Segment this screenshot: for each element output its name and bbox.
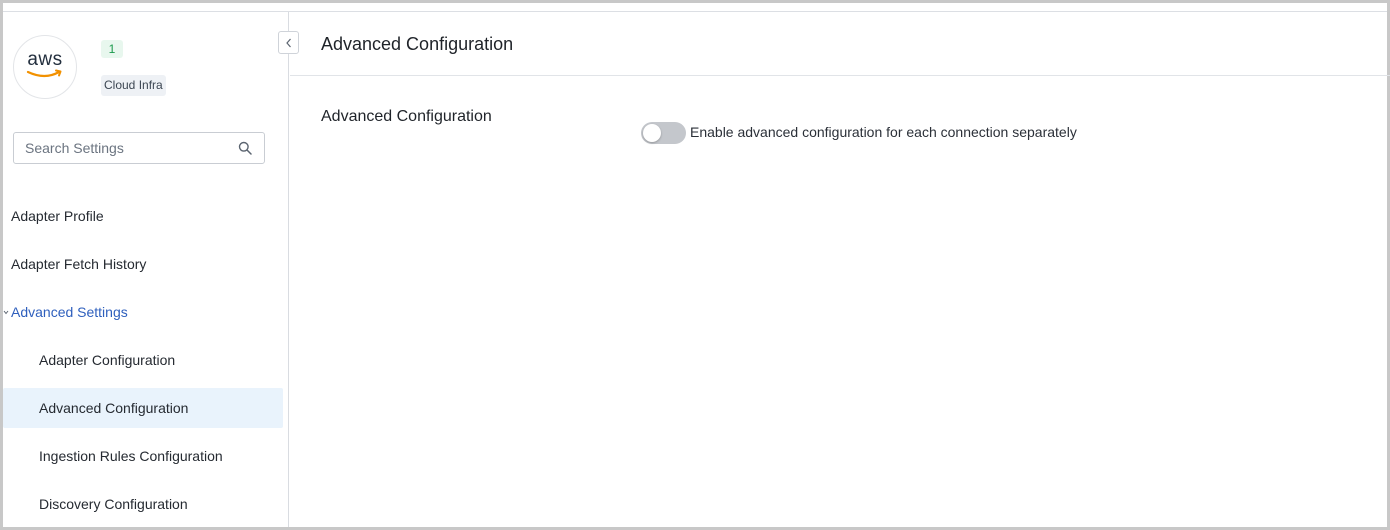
sidebar-item-ingestion-rules-configuration[interactable]: Ingestion Rules Configuration — [3, 436, 283, 476]
app-frame: aws 1 Cloud Infra Adapter Profile Adapte… — [0, 0, 1390, 530]
sidebar-item-label: Adapter Configuration — [39, 352, 176, 368]
search-icon[interactable] — [238, 141, 252, 160]
sidebar-item-adapter-configuration[interactable]: Adapter Configuration — [3, 340, 283, 380]
section-title: Advanced Configuration — [321, 108, 492, 125]
chevron-left-icon — [285, 38, 291, 47]
page-title: Advanced Configuration — [321, 34, 514, 54]
connection-count-badge: 1 — [101, 40, 123, 58]
sidebar-item-advanced-configuration[interactable]: Advanced Configuration — [3, 388, 283, 428]
sidebar-item-label: Advanced Configuration — [39, 400, 189, 416]
toggle-label: Enable advanced configuration for each c… — [690, 124, 1077, 140]
page-header: Advanced Configuration — [290, 12, 1390, 76]
adapter-logo-text: aws — [27, 49, 63, 70]
adapter-logo: aws — [13, 35, 77, 99]
sidebar-item-adapter-fetch-history[interactable]: Adapter Fetch History — [3, 244, 283, 284]
search-box — [13, 132, 265, 164]
search-input[interactable] — [14, 133, 234, 163]
sidebar-item-adapter-profile[interactable]: Adapter Profile — [3, 196, 283, 236]
toggle-knob — [643, 124, 661, 142]
sidebar-item-label: Discovery Configuration — [39, 496, 188, 512]
sidebar-item-label: Advanced Settings — [11, 304, 128, 320]
sidebar-item-advanced-settings[interactable]: Advanced Settings — [3, 292, 283, 332]
advanced-config-toggle[interactable] — [641, 122, 686, 144]
sidebar-item-label: Ingestion Rules Configuration — [39, 448, 223, 464]
aws-smile-icon — [26, 69, 62, 78]
settings-sidebar: aws 1 Cloud Infra Adapter Profile Adapte… — [3, 12, 289, 527]
sidebar-item-label: Adapter Fetch History — [11, 256, 147, 272]
sidebar-item-discovery-configuration[interactable]: Discovery Configuration — [3, 484, 283, 524]
category-badge: Cloud Infra — [101, 75, 166, 96]
sidebar-item-label: Adapter Profile — [11, 208, 104, 224]
collapse-sidebar-button[interactable] — [278, 31, 299, 54]
caret-down-icon — [3, 310, 9, 315]
